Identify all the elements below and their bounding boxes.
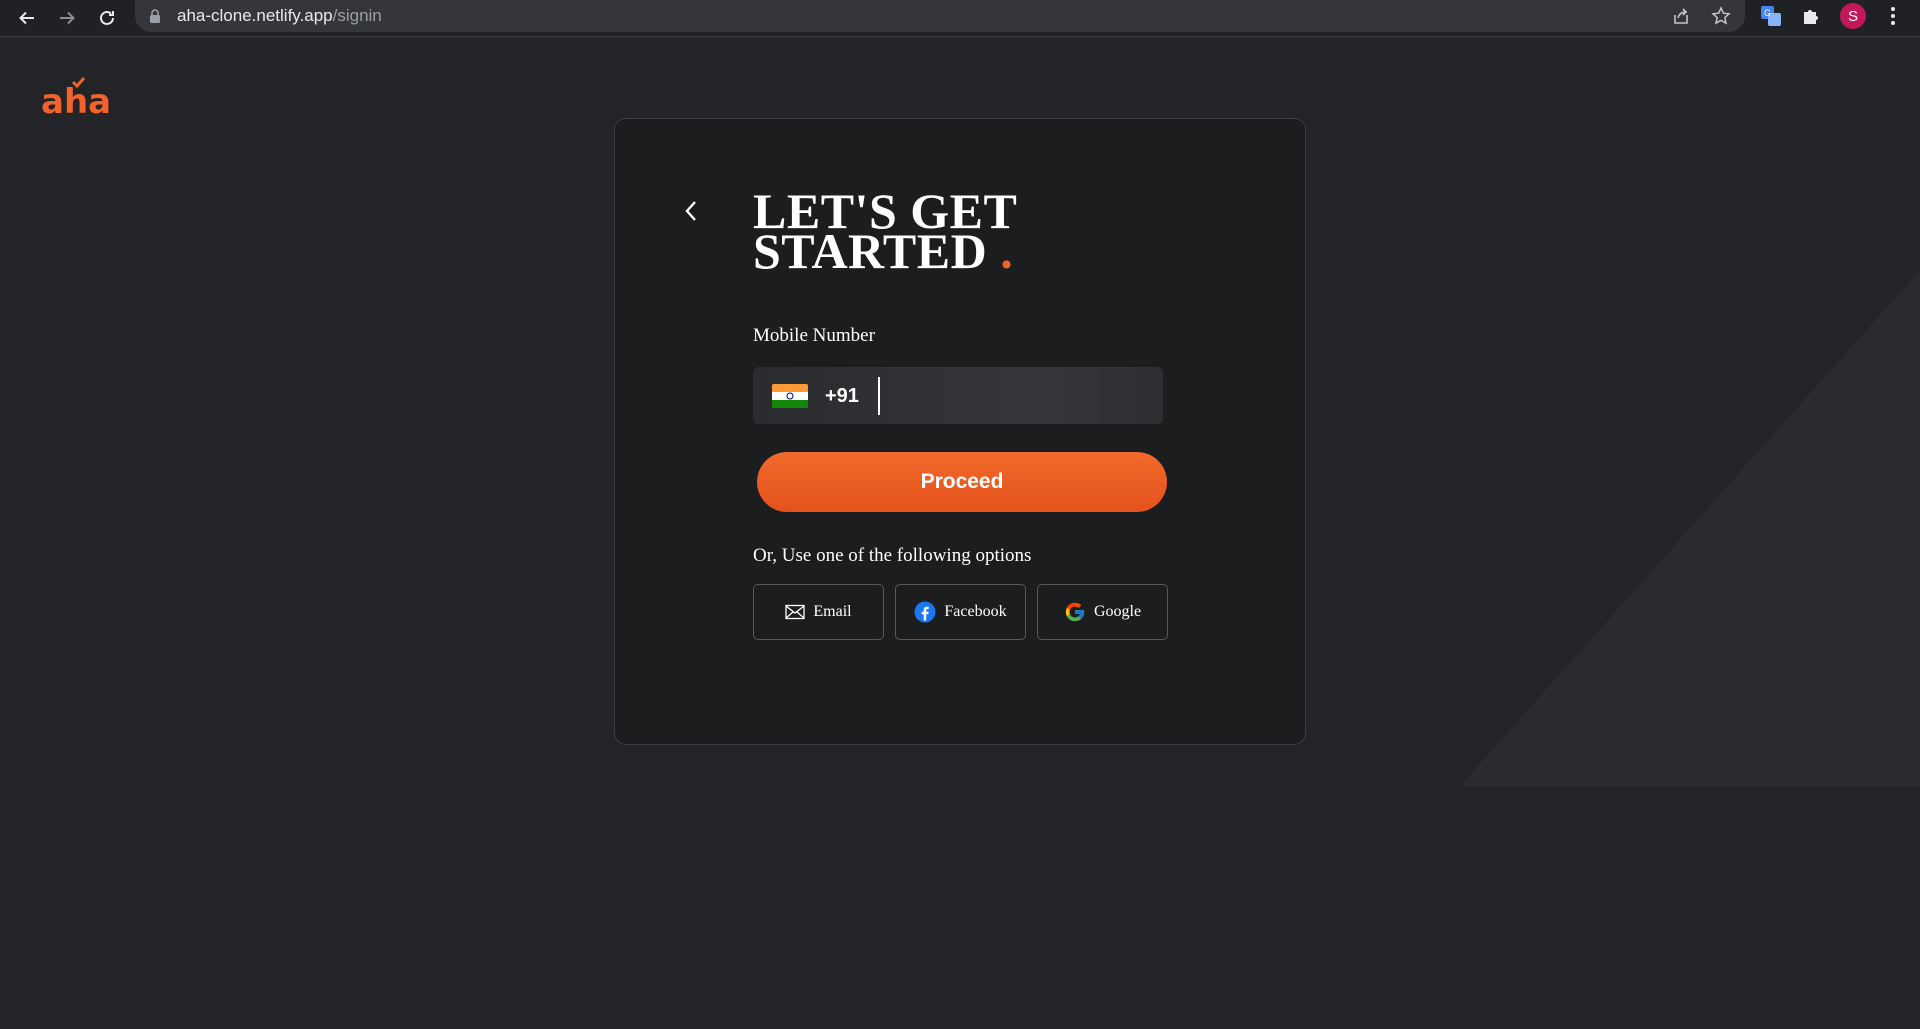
address-bar[interactable]: aha-clone.netlify.app/signin (135, 0, 1745, 32)
mobile-number-input[interactable] (878, 377, 1148, 415)
proceed-button[interactable]: Proceed (757, 452, 1167, 512)
email-signin-button[interactable]: Email (753, 584, 884, 640)
mobile-number-label: Mobile Number (753, 325, 875, 346)
share-icon[interactable] (1669, 4, 1693, 28)
reload-icon[interactable] (93, 4, 121, 32)
signin-card: LET'S GET STARTED . Mobile Number +91 Pr… (614, 118, 1306, 745)
back-arrow-icon[interactable] (13, 4, 41, 32)
title-dot: . (1000, 223, 1014, 279)
aha-logo[interactable]: aha (40, 76, 114, 116)
lock-icon (150, 9, 160, 23)
puzzle-extensions-icon[interactable] (1798, 3, 1824, 29)
email-option-label: Email (813, 603, 852, 620)
facebook-icon (914, 601, 936, 623)
google-icon (1065, 602, 1085, 622)
translate-extension-icon[interactable]: G (1758, 3, 1784, 29)
kebab-menu-icon[interactable] (1880, 3, 1906, 29)
profile-avatar[interactable]: S (1840, 3, 1866, 29)
phone-field: +91 (753, 367, 1163, 424)
url-text: aha-clone.netlify.app/signin (177, 6, 382, 25)
india-flag-icon[interactable] (772, 384, 808, 408)
google-option-label: Google (1093, 603, 1142, 620)
forward-arrow-icon[interactable] (53, 4, 81, 32)
browser-toolbar: aha-clone.netlify.app/signin G S (0, 0, 1920, 37)
country-code[interactable]: +91 (825, 385, 859, 408)
back-chevron-icon[interactable] (677, 197, 705, 225)
facebook-option-label: Facebook (944, 603, 1007, 620)
page-title: LET'S GET STARTED . (753, 186, 1017, 279)
bookmark-star-icon[interactable] (1709, 4, 1733, 28)
google-signin-button[interactable]: Google (1037, 584, 1168, 640)
title-line-2: STARTED . (753, 223, 1014, 279)
svg-text:G: G (1764, 8, 1771, 18)
background-triangle (1460, 270, 1920, 786)
envelope-icon (785, 604, 806, 620)
facebook-signin-button[interactable]: Facebook (895, 584, 1026, 640)
alternate-options-label: Or, Use one of the following options (753, 545, 1032, 566)
